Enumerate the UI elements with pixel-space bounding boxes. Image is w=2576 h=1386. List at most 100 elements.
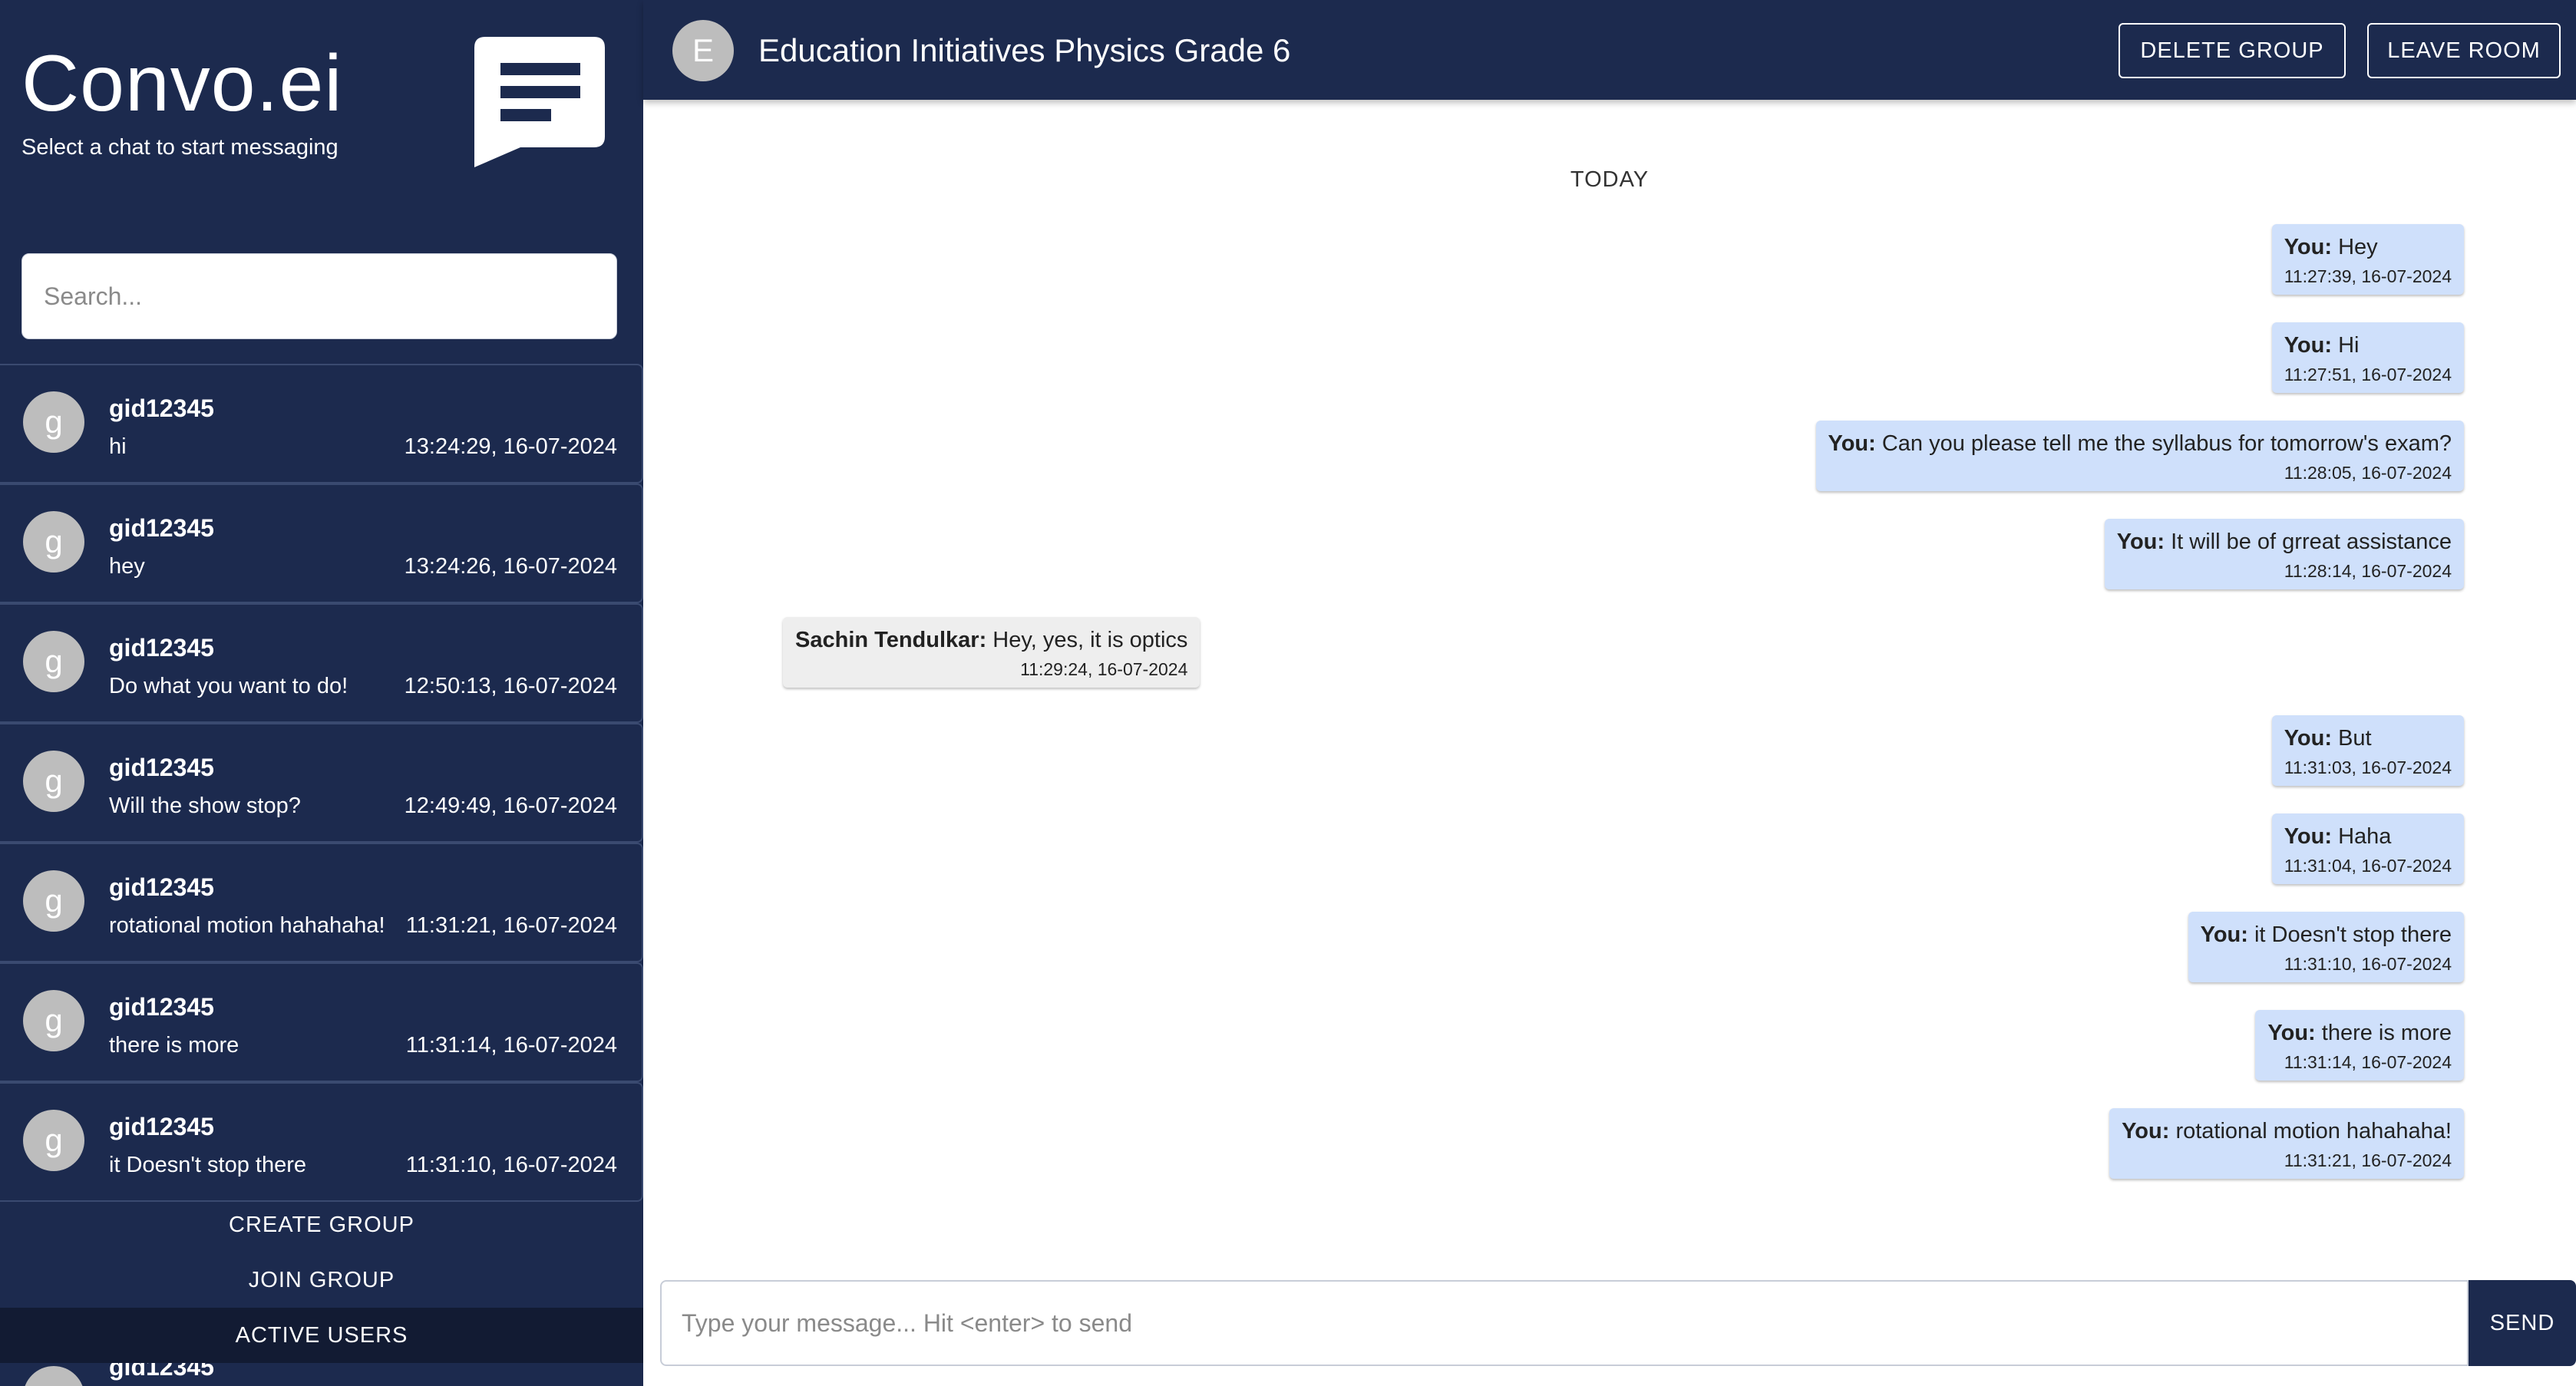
chat-timestamp: 13:24:29, 16-07-2024	[404, 434, 617, 459]
day-divider: TODAY	[1570, 167, 1650, 192]
chat-last-message: Will the show stop?	[109, 794, 301, 818]
message-timestamp: 11:31:03, 16-07-2024	[2284, 757, 2452, 777]
message-timestamp: 11:27:39, 16-07-2024	[2284, 266, 2452, 286]
message-timestamp: 11:27:51, 16-07-2024	[2284, 365, 2452, 384]
chat-last-message: rotational motion hahahaha!	[109, 913, 385, 938]
leave-room-button[interactable]: LEAVE ROOM	[2367, 23, 2561, 78]
chat-last-message: Do what you want to do!	[109, 674, 348, 698]
create-group-button[interactable]: CREATE GROUP	[0, 1197, 643, 1252]
message-body: Can you please tell me the syllabus for …	[1881, 431, 2452, 456]
message-bubble-sent: You: It will be of grreat assistance 11:2…	[2104, 519, 2464, 589]
message-area[interactable]: TODAY You: Hey 11:27:39, 16-07-2024 You: H…	[643, 100, 2576, 1266]
message-timestamp: 11:31:04, 16-07-2024	[2284, 856, 2452, 876]
chat-bubble-lines-icon	[474, 37, 605, 167]
message-sender: You:	[2122, 1119, 2170, 1143]
chat-last-message: it Doesn't stop there	[109, 1153, 307, 1177]
join-group-button[interactable]: JOIN GROUP	[0, 1252, 643, 1308]
message-bubble-sent: You: Can you please tell me the syllabus…	[1815, 421, 2464, 491]
message-bubble-sent: You: it Doesn't stop there 11:31:10, 16-0…	[2188, 912, 2464, 982]
sidebar-actions: CREATE GROUP JOIN GROUP ACTIVE USERS	[0, 1197, 643, 1363]
message-sender: Sachin Tendulkar:	[795, 628, 987, 652]
message-body: Hey	[2338, 235, 2378, 259]
brand-subtitle: Select a chat to start messaging	[21, 135, 339, 160]
chat-list-item[interactable]: g gid12345 Do what you want to do! 12:50:13…	[0, 603, 643, 723]
chat-header: E Education Initiatives Physics Grade 6 …	[643, 0, 2576, 100]
avatar: g	[23, 1110, 84, 1171]
message-body: rotational motion hahahaha!	[2175, 1119, 2452, 1143]
message-text: You: it Doesn't stop there	[2201, 922, 2452, 948]
message-timestamp: 11:28:05, 16-07-2024	[2284, 463, 2452, 483]
delete-group-button[interactable]: DELETE GROUP	[2119, 23, 2346, 78]
chat-name: gid12345	[109, 873, 214, 901]
message-body: it Doesn't stop there	[2254, 922, 2452, 947]
message-sender: You:	[2200, 922, 2248, 947]
message-text: You: Hi	[2284, 333, 2452, 358]
message-sender: You:	[2284, 726, 2333, 751]
avatar: g	[23, 1366, 84, 1386]
message-timestamp: 11:28:14, 16-07-2024	[2284, 561, 2452, 581]
avatar: g	[23, 631, 84, 692]
message-body: It will be of grreat assistance	[2171, 530, 2452, 554]
message-text: You: rotational motion hahahaha!	[2122, 1119, 2452, 1144]
sidebar: Convo.ei Select a chat to start messagin…	[0, 0, 643, 1386]
chat-last-message: hey	[109, 554, 145, 579]
message-text: You: Can you please tell me the syllabus…	[1828, 431, 2452, 457]
chat-list-item[interactable]: g gid12345 Will the show stop? 12:49:49, 16…	[0, 723, 643, 843]
message-text: You: It will be of grreat assistance	[2117, 530, 2452, 555]
message-sender: You:	[2284, 824, 2333, 849]
chat-timestamp: 13:24:26, 16-07-2024	[404, 554, 617, 579]
chat-timestamp: 11:31:10, 16-07-2024	[405, 1153, 617, 1177]
message-text: You: there is more	[2267, 1021, 2452, 1046]
send-button[interactable]: SEND	[2469, 1280, 2576, 1366]
group-avatar: E	[672, 20, 734, 81]
message-sender: You:	[2267, 1021, 2316, 1045]
chat-list-item[interactable]: g gid12345 there is more 11:31:14, 16-07-20…	[0, 962, 643, 1082]
message-sender: You:	[2284, 333, 2333, 358]
chat-name: gid12345	[109, 754, 214, 781]
message-bubble-sent: You: Haha 11:31:04, 16-07-2024	[2271, 813, 2464, 884]
chat-name: gid12345	[109, 514, 214, 542]
message-input[interactable]	[660, 1280, 2469, 1366]
chat-list-item[interactable]: g gid12345 it Doesn't stop there 11:31:10, …	[0, 1082, 643, 1202]
message-timestamp: 11:29:24, 16-07-2024	[1020, 659, 1188, 679]
chat-list: g gid12345 hi 13:24:29, 16-07-2024 g gid12345…	[0, 364, 643, 1202]
chat-timestamp: 11:31:21, 16-07-2024	[405, 913, 617, 938]
chat-list-item[interactable]: g gid12345 rotational motion hahahaha! 11:3…	[0, 843, 643, 962]
chat-name: gid12345	[109, 993, 214, 1021]
chat-name: gid12345	[109, 1113, 214, 1140]
message-text: You: But	[2284, 726, 2452, 751]
chat-timestamp: 12:50:13, 16-07-2024	[404, 674, 617, 698]
message-sender: You:	[2116, 530, 2165, 554]
message-bubble-sent: You: Hi 11:27:51, 16-07-2024	[2271, 322, 2464, 393]
message-timestamp: 11:31:21, 16-07-2024	[2284, 1150, 2452, 1170]
chat-last-message: there is more	[109, 1033, 239, 1058]
chat-timestamp: 12:49:49, 16-07-2024	[404, 794, 617, 818]
search-input[interactable]	[21, 253, 617, 339]
avatar: g	[23, 511, 84, 573]
message-bubble-sent: You: But 11:31:03, 16-07-2024	[2271, 715, 2464, 786]
brand: Convo.ei Select a chat to start messagin…	[21, 40, 342, 160]
message-bubble-sent: You: there is more 11:31:14, 16-07-2024	[2255, 1010, 2464, 1081]
message-body: Hey, yes, it is optics	[992, 628, 1188, 652]
avatar: g	[23, 751, 84, 812]
active-users-button[interactable]: ACTIVE USERS	[0, 1308, 643, 1363]
message-bubble-sent: You: Hey 11:27:39, 16-07-2024	[2271, 224, 2464, 295]
message-body: Hi	[2338, 333, 2360, 358]
avatar: g	[23, 990, 84, 1051]
avatar: g	[23, 870, 84, 932]
avatar: g	[23, 391, 84, 453]
chat-timestamp: 11:31:14, 16-07-2024	[405, 1033, 617, 1058]
chat-list-item[interactable]: g gid12345 hey 13:24:26, 16-07-2024	[0, 483, 643, 603]
message-timestamp: 11:31:10, 16-07-2024	[2284, 954, 2452, 974]
message-body: there is more	[2321, 1021, 2452, 1045]
chat-last-message: hi	[109, 434, 127, 459]
message-text: You: Haha	[2284, 824, 2452, 850]
message-timestamp: 11:31:14, 16-07-2024	[2284, 1052, 2452, 1072]
chat-name: gid12345	[109, 634, 214, 662]
message-sender: You:	[2284, 235, 2333, 259]
chat-list-item[interactable]: g gid12345 hi 13:24:29, 16-07-2024	[0, 364, 643, 483]
brand-title: Convo.ei	[21, 39, 343, 128]
message-body: But	[2338, 726, 2372, 751]
message-text: Sachin Tendulkar: Hey, yes, it is optics	[795, 628, 1187, 653]
message-sender: You:	[1828, 431, 1876, 456]
